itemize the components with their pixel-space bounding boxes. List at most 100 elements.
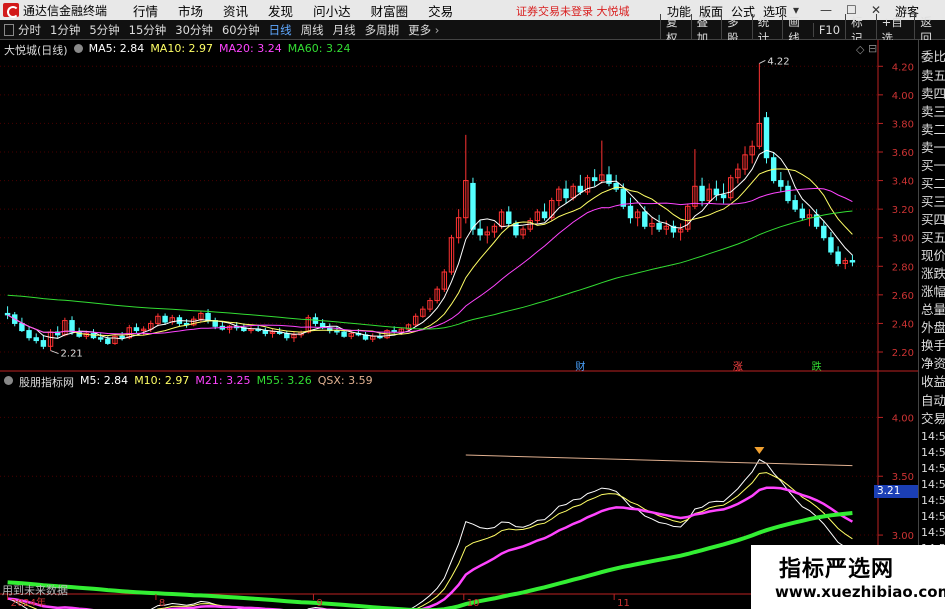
candle-down bbox=[4, 312, 11, 316]
menu-item-hangqing[interactable]: 行情 bbox=[133, 1, 158, 20]
time-label: 8 bbox=[159, 598, 165, 609]
candle-down bbox=[627, 205, 634, 219]
legend-m55: M55: 3.26 bbox=[256, 374, 312, 387]
legend-ma10: MA10: 2.97 bbox=[150, 42, 214, 55]
menu-item-caifuquan[interactable]: 财富圈 bbox=[371, 1, 409, 20]
side-buy1[interactable]: 买一 bbox=[921, 155, 945, 174]
side-trade[interactable]: 交易 bbox=[921, 408, 945, 427]
quote-side-panel: 委比 卖五 卖四 卖三 卖二 卖一 买一 买二 买三 买四 买五 现价 涨跌 涨… bbox=[918, 40, 945, 609]
side-buy4[interactable]: 买四 bbox=[921, 209, 945, 228]
tool-f10[interactable]: F10 bbox=[812, 23, 845, 37]
high-label: 4.22 bbox=[767, 56, 789, 67]
diamond-icon[interactable]: ◇ bbox=[856, 43, 864, 56]
side-buy5[interactable]: 买五 bbox=[921, 227, 945, 246]
side-price[interactable]: 现价 bbox=[921, 245, 945, 264]
candle-down bbox=[613, 182, 619, 190]
tick-time: 14:56 bbox=[921, 462, 945, 475]
chart-tools: 复权 叠加 多股 统计 画线 F10 标记 +自选 返回 bbox=[660, 14, 945, 46]
side-pct[interactable]: 涨幅 bbox=[921, 281, 945, 300]
candle-down bbox=[205, 312, 211, 322]
y-tick-label: 3.50 bbox=[892, 472, 914, 483]
period-daily[interactable]: 日线 bbox=[269, 22, 292, 38]
period-fenshi[interactable]: 分时 bbox=[18, 22, 41, 38]
future-data-note: 用到未来数据 bbox=[2, 584, 68, 597]
tick-time: 14:56 bbox=[921, 526, 945, 539]
side-buy2[interactable]: 买二 bbox=[921, 173, 945, 192]
menu-item-jiaoyi[interactable]: 交易 bbox=[428, 1, 453, 20]
candle-down bbox=[26, 330, 32, 339]
side-auto[interactable]: 自动 bbox=[921, 390, 945, 409]
y-tick-label: 2.80 bbox=[892, 262, 914, 273]
menu-item-wenxiaoda[interactable]: 问小达 bbox=[313, 1, 351, 20]
watermark-title: 指标严选网 bbox=[779, 557, 895, 582]
side-netasset[interactable]: 净资 bbox=[921, 353, 945, 372]
stock-title[interactable]: 大悦城(日线) bbox=[4, 42, 68, 58]
candle-down bbox=[785, 185, 791, 202]
candle-down bbox=[541, 211, 548, 219]
candle-down bbox=[713, 188, 720, 196]
side-earnings[interactable]: 收益 bbox=[921, 371, 945, 390]
indicator-circle-icon[interactable] bbox=[4, 376, 13, 385]
period-1min[interactable]: 1分钟 bbox=[50, 22, 80, 38]
event-marker: 跌 bbox=[812, 360, 822, 373]
side-sell4[interactable]: 卖四 bbox=[921, 83, 945, 102]
period-more[interactable]: 更多 bbox=[408, 22, 439, 38]
side-sell3[interactable]: 卖三 bbox=[921, 101, 945, 120]
minimize-icon[interactable]: — bbox=[820, 3, 832, 17]
period-30min[interactable]: 30分钟 bbox=[175, 22, 213, 38]
y-tick-label: 4.00 bbox=[892, 413, 914, 424]
candle-down bbox=[133, 327, 140, 332]
y-tick-label: 2.60 bbox=[892, 291, 914, 302]
last-value-badge: 3.21 bbox=[874, 485, 918, 498]
tick-time: 14:56 bbox=[921, 510, 945, 523]
menu-item-faxian[interactable]: 发现 bbox=[268, 1, 293, 20]
kline-chart[interactable]: 4.20 4.00 3.80 3.60 3.40 3.20 3.00 2.80 2.60 2.40… bbox=[0, 40, 918, 609]
indicator-title[interactable]: 股朋指标网 bbox=[19, 374, 74, 390]
candle-down bbox=[97, 337, 104, 340]
side-outer[interactable]: 外盘 bbox=[921, 317, 945, 336]
period-monthly[interactable]: 月线 bbox=[333, 22, 356, 38]
period-weekly[interactable]: 周线 bbox=[301, 22, 324, 38]
y-tick-label: 2.40 bbox=[892, 319, 914, 330]
y-tick-label: 3.00 bbox=[892, 234, 914, 245]
candle-down bbox=[506, 211, 512, 224]
side-sell2[interactable]: 卖二 bbox=[921, 119, 945, 138]
period-60min[interactable]: 60分钟 bbox=[222, 22, 260, 38]
main-menu: 行情 市场 资讯 发现 问小达 财富圈 交易 bbox=[113, 1, 453, 20]
candle-down bbox=[792, 200, 798, 210]
candle-down bbox=[778, 180, 784, 187]
candle-down bbox=[720, 194, 727, 199]
login-warning[interactable]: 证券交易未登录 大悦城 bbox=[516, 3, 630, 19]
candle-down bbox=[33, 337, 39, 342]
toolbar-handle-icon[interactable] bbox=[4, 23, 14, 36]
side-sell5[interactable]: 卖五 bbox=[921, 65, 945, 84]
candle-down bbox=[577, 185, 584, 193]
period-5min[interactable]: 5分钟 bbox=[89, 22, 119, 38]
candle-down bbox=[821, 225, 827, 239]
candle-down bbox=[162, 315, 168, 323]
candle-down bbox=[563, 188, 569, 199]
collapse-icon[interactable]: ⊟ bbox=[868, 42, 877, 55]
candle-down bbox=[477, 228, 483, 236]
legend-ma20: MA20: 3.24 bbox=[219, 42, 282, 55]
period-toolbar: 分时 1分钟 5分钟 15分钟 30分钟 60分钟 日线 周线 月线 多周期 更… bbox=[0, 14, 945, 46]
settings-circle-icon[interactable] bbox=[73, 44, 83, 53]
y-tick-label: 2.20 bbox=[892, 348, 914, 359]
tick-time: 14:56 bbox=[921, 446, 945, 459]
candle-down bbox=[40, 340, 47, 347]
side-change[interactable]: 涨跌 bbox=[921, 263, 945, 282]
side-weibi[interactable]: 委比 bbox=[921, 46, 945, 65]
side-volume[interactable]: 总量 bbox=[921, 299, 945, 318]
y-tick-label: 3.80 bbox=[892, 119, 914, 130]
period-multi[interactable]: 多周期 bbox=[365, 22, 400, 38]
candle-down bbox=[799, 208, 806, 219]
side-turnover[interactable]: 换手 bbox=[921, 335, 945, 354]
period-15min[interactable]: 15分钟 bbox=[129, 22, 167, 38]
menu-item-shichang[interactable]: 市场 bbox=[178, 1, 203, 20]
menu-item-zixun[interactable]: 资讯 bbox=[223, 1, 248, 20]
side-buy3[interactable]: 买三 bbox=[921, 191, 945, 210]
legend-m21: M21: 3.25 bbox=[195, 374, 251, 387]
candle-down bbox=[699, 185, 705, 202]
candle-down bbox=[19, 322, 25, 332]
side-sell1[interactable]: 卖一 bbox=[921, 137, 945, 156]
